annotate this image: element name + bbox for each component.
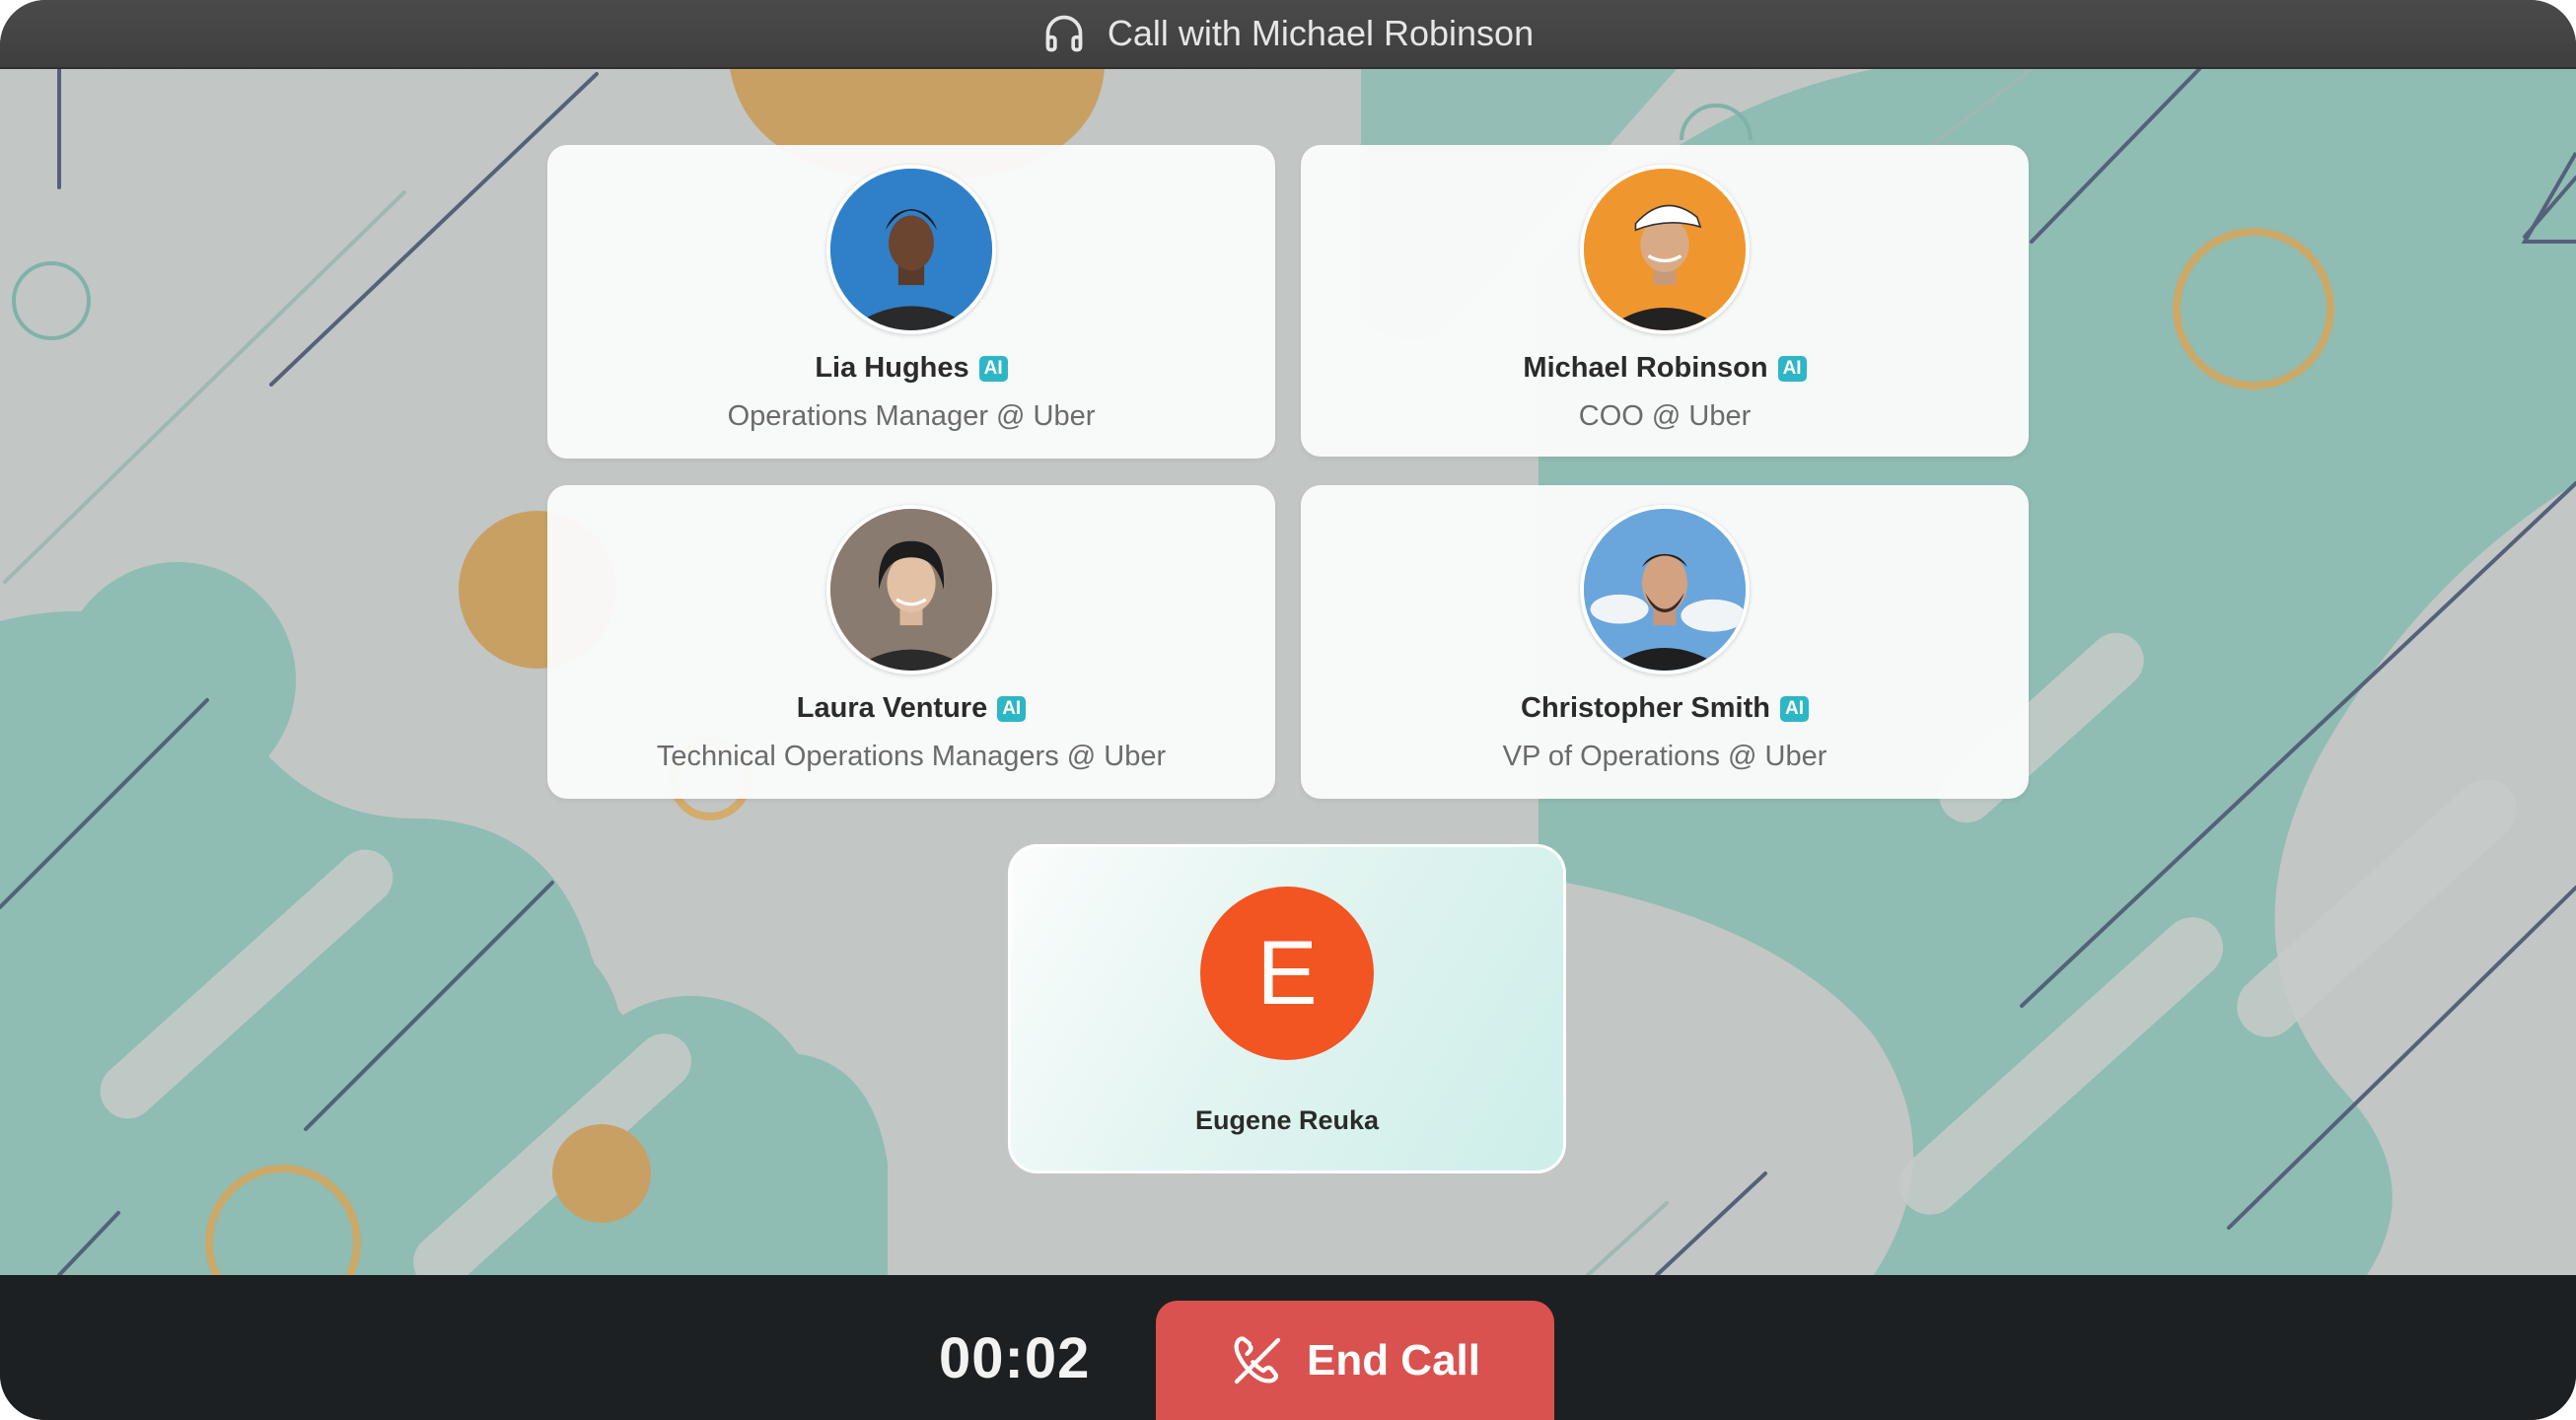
participant-card[interactable]: Christopher Smith AI VP of Operations @ … [1301, 485, 2029, 799]
end-call-label: End Call [1306, 1335, 1481, 1384]
participant-name: Lia Hughes [815, 352, 969, 384]
ai-badge: AI [1779, 695, 1809, 722]
phone-off-icon [1234, 1335, 1281, 1384]
headphones-icon [1045, 15, 1083, 52]
call-stage: Lia Hughes AI Operations Manager @ Uber … [0, 69, 2576, 1275]
participant-card[interactable]: Laura Venture AI Technical Operations Ma… [547, 485, 1275, 799]
person-photo [1584, 509, 1746, 671]
person-photo [830, 509, 992, 671]
person-photo [1584, 169, 1746, 330]
end-call-button[interactable]: End Call [1156, 1301, 1554, 1420]
avatar [1580, 505, 1750, 674]
participant-name: Michael Robinson [1523, 352, 1768, 384]
avatar [1580, 165, 1750, 334]
self-tile[interactable]: E Eugene Reuka [1008, 844, 1566, 1173]
self-name: Eugene Reuka [1194, 1105, 1380, 1135]
call-window: Call with Michael Robinson Lia Hughes AI… [0, 0, 2576, 1420]
avatar [826, 505, 996, 674]
participant-role: VP of Operations @ Uber [1502, 741, 1827, 772]
participant-name-row: Christopher Smith AI [1521, 692, 1809, 725]
participant-card[interactable]: Lia Hughes AI Operations Manager @ Uber [547, 145, 1275, 459]
participant-name-row: Michael Robinson AI [1523, 352, 1807, 385]
avatar [826, 165, 996, 334]
participant-name-row: Laura Venture AI [796, 692, 1027, 725]
participant-role: COO @ Uber [1578, 400, 1752, 432]
participant-role: Technical Operations Managers @ Uber [656, 741, 1167, 772]
person-photo [830, 169, 992, 330]
window-title: Call with Michael Robinson [1107, 13, 1535, 53]
ai-badge: AI [978, 355, 1008, 382]
title-bar: Call with Michael Robinson [0, 0, 2576, 69]
call-timer: 00:02 [939, 1326, 1091, 1390]
participant-name: Christopher Smith [1521, 692, 1770, 724]
ai-badge: AI [997, 695, 1027, 722]
participant-name: Laura Venture [796, 692, 988, 724]
participant-card[interactable]: Michael Robinson AI COO @ Uber [1301, 145, 2029, 457]
initial-avatar: E [1200, 887, 1374, 1060]
ai-badge: AI [1777, 355, 1807, 382]
participant-role: Operations Manager @ Uber [727, 400, 1096, 432]
participant-name-row: Lia Hughes AI [815, 352, 1008, 385]
